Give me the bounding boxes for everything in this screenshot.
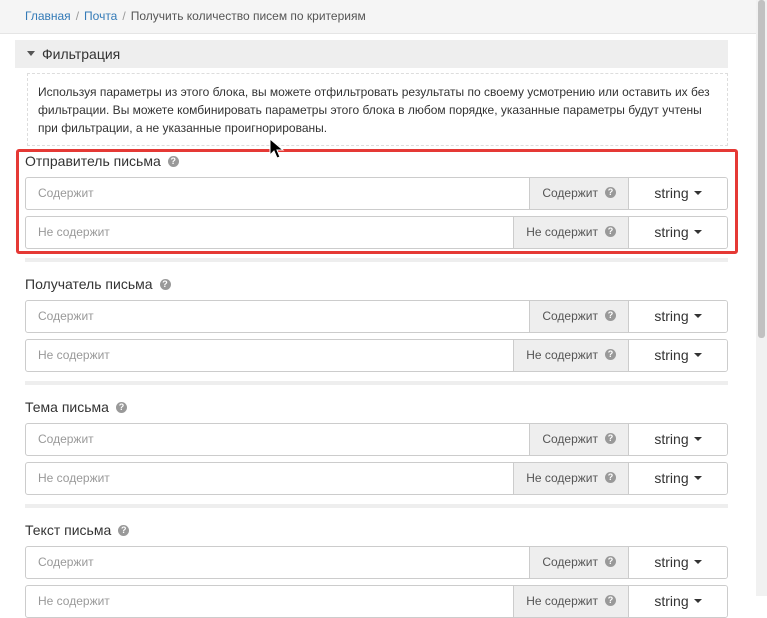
- type-dropdown[interactable]: string: [629, 547, 727, 578]
- caret-down-icon: [693, 353, 702, 358]
- recipient-not-contains-group: Не содержит Не содержит? string: [25, 339, 728, 372]
- subject-not-contains-input[interactable]: Не содержит: [26, 463, 515, 494]
- recipient-contains-input[interactable]: Содержит: [26, 301, 531, 332]
- addon-label: Не содержит: [526, 225, 598, 239]
- filter-description-line: при фильтрации, а не указанные проигнори…: [38, 121, 328, 135]
- help-icon[interactable]: ?: [605, 595, 616, 607]
- addon-label: Не содержит: [526, 471, 598, 485]
- type-dropdown[interactable]: string: [629, 217, 727, 248]
- sender-not-contains-group: Не содержит Не содержит? string: [25, 216, 728, 249]
- filter-panel-title: Фильтрация: [42, 46, 121, 62]
- filter-panel-toggle[interactable]: Фильтрация: [15, 40, 728, 68]
- mouse-cursor-icon: [269, 138, 285, 159]
- help-icon[interactable]: ?: [605, 349, 616, 361]
- caret-down-icon: [693, 437, 702, 442]
- not-contains-addon: Не содержит?: [514, 463, 629, 494]
- type-dropdown-value: string: [654, 185, 689, 201]
- contains-addon: Содержит?: [530, 301, 629, 332]
- subject-not-contains-group: Не содержит Не содержит? string: [25, 462, 728, 495]
- caret-down-icon: [693, 191, 702, 196]
- filter-description-line: фильтрации. Вы можете комбинировать пара…: [38, 103, 702, 117]
- type-dropdown-value: string: [654, 224, 689, 240]
- section-label-subject: Тема письма?: [25, 399, 127, 415]
- scrollbar-thumb[interactable]: [758, 0, 765, 338]
- recipient-contains-group: Содержит Содержит? string: [25, 300, 728, 333]
- section-label-body: Текст письма?: [25, 522, 130, 538]
- breadcrumb-current: Получить количество писем по критериям: [130, 9, 366, 23]
- sender-contains-input[interactable]: Содержит: [26, 178, 531, 209]
- caret-down-icon: [693, 599, 702, 604]
- type-dropdown[interactable]: string: [629, 340, 727, 371]
- type-dropdown[interactable]: string: [629, 178, 727, 209]
- addon-label: Не содержит: [526, 348, 598, 362]
- subject-contains-group: Содержит Содержит? string: [25, 423, 728, 456]
- body-not-contains-group: Не содержит Не содержит? string: [25, 585, 728, 618]
- section-label-sender: Отправитель письма?: [25, 153, 179, 169]
- help-icon[interactable]: ?: [605, 187, 616, 199]
- filter-description: Используя параметры из этого блока, вы м…: [27, 73, 728, 146]
- section-label-text: Текст письма: [25, 522, 112, 538]
- help-icon[interactable]: ?: [115, 401, 127, 413]
- breadcrumb-mail-link[interactable]: Почта: [84, 9, 117, 23]
- breadcrumb-home-link[interactable]: Главная: [25, 9, 71, 23]
- section-divider: [25, 381, 728, 385]
- body-contains-input[interactable]: Содержит: [26, 547, 531, 578]
- body-not-contains-input[interactable]: Не содержит: [26, 586, 515, 617]
- not-contains-addon: Не содержит?: [514, 340, 629, 371]
- section-divider: [25, 258, 728, 262]
- caret-down-icon: [693, 230, 702, 235]
- contains-addon: Содержит?: [530, 424, 629, 455]
- addon-label: Содержит: [542, 555, 598, 569]
- help-icon[interactable]: ?: [605, 556, 616, 568]
- help-icon[interactable]: ?: [159, 278, 171, 290]
- type-dropdown[interactable]: string: [629, 463, 727, 494]
- help-icon[interactable]: ?: [605, 226, 616, 238]
- type-dropdown-value: string: [654, 470, 689, 486]
- breadcrumb-separator: /: [75, 9, 80, 23]
- caret-down-icon: [693, 314, 702, 319]
- addon-label: Содержит: [542, 309, 598, 323]
- sender-contains-group: Содержит Содержит? string: [25, 177, 728, 210]
- help-icon[interactable]: ?: [118, 524, 130, 536]
- type-dropdown[interactable]: string: [629, 424, 727, 455]
- type-dropdown[interactable]: string: [629, 301, 727, 332]
- collapse-caret-icon: [27, 50, 35, 56]
- not-contains-addon: Не содержит?: [514, 586, 629, 617]
- recipient-not-contains-input[interactable]: Не содержит: [26, 340, 515, 371]
- type-dropdown-value: string: [654, 554, 689, 570]
- type-dropdown[interactable]: string: [629, 586, 727, 617]
- help-icon[interactable]: ?: [167, 155, 179, 167]
- section-label-text: Отправитель письма: [25, 153, 161, 169]
- breadcrumb-separator: /: [122, 9, 126, 23]
- sender-not-contains-input[interactable]: Не содержит: [26, 217, 515, 248]
- caret-down-icon: [693, 560, 702, 565]
- addon-label: Не содержит: [526, 594, 598, 608]
- type-dropdown-value: string: [654, 593, 689, 609]
- type-dropdown-value: string: [654, 308, 689, 324]
- filter-description-line: Используя параметры из этого блока, вы м…: [38, 85, 710, 99]
- help-icon[interactable]: ?: [605, 310, 616, 322]
- type-dropdown-value: string: [654, 347, 689, 363]
- type-dropdown-value: string: [654, 431, 689, 447]
- help-icon[interactable]: ?: [605, 472, 616, 484]
- contains-addon: Содержит?: [530, 547, 629, 578]
- contains-addon: Содержит?: [530, 178, 629, 209]
- addon-label: Содержит: [542, 186, 598, 200]
- not-contains-addon: Не содержит?: [514, 217, 629, 248]
- addon-label: Содержит: [542, 432, 598, 446]
- help-icon[interactable]: ?: [605, 433, 616, 445]
- body-contains-group: Содержит Содержит? string: [25, 546, 728, 579]
- caret-down-icon: [693, 476, 702, 481]
- section-label-recipient: Получатель письма?: [25, 276, 171, 292]
- section-label-text: Тема письма: [25, 399, 109, 415]
- subject-contains-input[interactable]: Содержит: [26, 424, 531, 455]
- section-divider: [25, 504, 728, 508]
- section-label-text: Получатель письма: [25, 276, 153, 292]
- breadcrumb: Главная / Почта / Получить количество писем …: [0, 0, 756, 34]
